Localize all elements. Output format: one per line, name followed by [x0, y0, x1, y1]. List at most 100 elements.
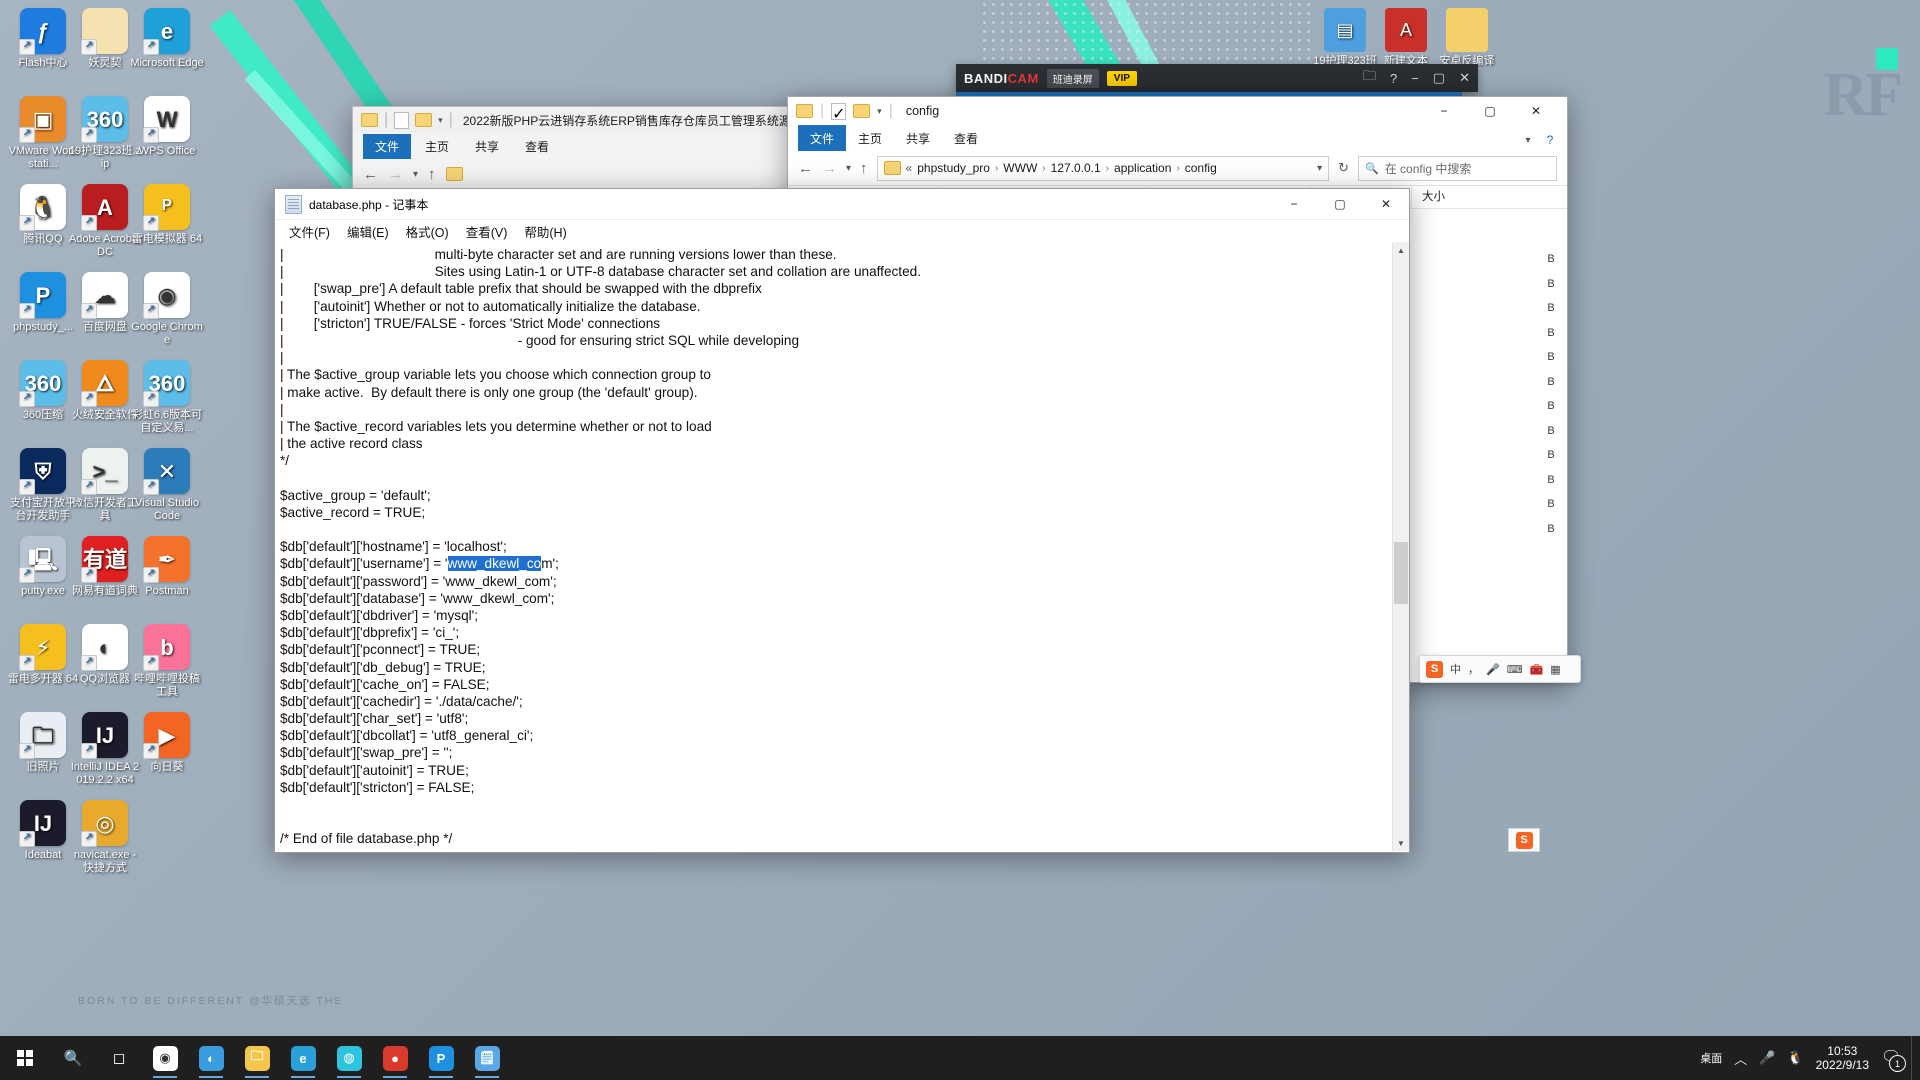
close-icon[interactable]: ✕: [1459, 70, 1470, 86]
ribbon-tab-file[interactable]: 文件: [363, 134, 412, 159]
refresh-icon[interactable]: ↻: [1338, 160, 1349, 176]
breadcrumb-item[interactable]: 127.0.0.1: [1051, 161, 1101, 175]
new-folder-icon[interactable]: [853, 104, 871, 118]
ribbon-tabs[interactable]: 文件 主页 共享 查看 ▾ ?: [788, 125, 1567, 151]
bandicam-toolbar[interactable]: BANDICAM 班迪录屏 VIP 🗀 ? − ▢ ✕: [956, 64, 1478, 92]
recent-chevron-icon[interactable]: ▾: [846, 163, 851, 174]
breadcrumb-item[interactable]: config: [1185, 161, 1217, 175]
breadcrumb-item[interactable]: application: [1114, 161, 1171, 175]
help-icon[interactable]: ?: [1539, 125, 1561, 155]
microphone-icon[interactable]: 🎤: [1759, 1050, 1775, 1066]
qq-tray-icon[interactable]: 🐧: [1787, 1050, 1803, 1066]
minimize-icon[interactable]: −: [1411, 71, 1419, 86]
maximize-icon[interactable]: ▢: [1433, 70, 1445, 86]
show-desktop-button[interactable]: [1911, 1036, 1920, 1080]
menu-help[interactable]: 帮助(H): [524, 222, 566, 241]
back-arrow-icon[interactable]: ←: [363, 166, 378, 183]
desktop-icon-ldplayer-icon[interactable]: ᴾ ↗ 雷电模拟器 64: [130, 184, 204, 246]
chevron-down-icon[interactable]: ▾: [1317, 163, 1322, 174]
ribbon-help-group[interactable]: ▾ ?: [1517, 125, 1561, 151]
ribbon-tab-share[interactable]: 共享: [463, 134, 511, 159]
desktop-icon-chrome-icon[interactable]: ◉ ↗ Google Chrome: [130, 272, 204, 347]
desktop-icon-wps-office-icon[interactable]: W ↗ WPS Office: [130, 96, 204, 158]
menu-format[interactable]: 格式(O): [406, 222, 449, 241]
system-tray[interactable]: 桌面 ︿ 🎤 🐧 10:53 2022/9/13 🗨 1: [1700, 1036, 1911, 1080]
quick-access-toolbar[interactable]: | ✓ ▾ | config − ▢ ✕: [788, 97, 1567, 125]
breadcrumb-item[interactable]: phpstudy_pro: [917, 161, 990, 175]
ribbon-tab-view[interactable]: 查看: [513, 134, 561, 159]
minimize-icon[interactable]: −: [1421, 96, 1467, 126]
breadcrumb-overflow-icon[interactable]: «: [906, 161, 913, 175]
notepad-text-area[interactable]: | multi-byte character set and are runni…: [276, 242, 1393, 851]
forward-arrow-icon[interactable]: →: [822, 160, 837, 177]
ime-toolbar[interactable]: S 中 ， 🎤 ⌨ 🧰 ▦: [1419, 655, 1581, 683]
show-desktop-label[interactable]: 桌面: [1700, 1050, 1722, 1066]
search-icon[interactable]: 🔍: [50, 1036, 96, 1080]
notepad-scrollbar[interactable]: ▲ ▼: [1392, 242, 1409, 851]
taskbar-item-bandicam[interactable]: ●: [372, 1036, 418, 1080]
minimize-icon[interactable]: −: [1271, 189, 1317, 219]
ime-mode-label[interactable]: 中: [1450, 661, 1461, 677]
desktop-icon-folder-icon[interactable]: 安卓反编译: [1427, 8, 1507, 68]
properties-icon[interactable]: ✓: [831, 102, 847, 123]
sogou-logo-icon[interactable]: S: [1426, 660, 1443, 678]
desktop-icon-sunflower-remote-icon[interactable]: ▶ ↗ 向日葵: [130, 712, 204, 774]
taskbar-app-buttons[interactable]: ◉ ◐ 🗀 e ◍ ● P 🗒: [142, 1036, 510, 1080]
help-icon[interactable]: ?: [1390, 71, 1397, 86]
desktop-icon-edge-icon[interactable]: e ↗ Microsoft Edge: [130, 8, 204, 70]
show-hidden-icons[interactable]: ︿: [1734, 1049, 1747, 1068]
desktop-icon-postman-icon[interactable]: ✒ ↗ Postman: [130, 536, 204, 598]
breadcrumb-item[interactable]: WWW: [1003, 161, 1037, 175]
menu-edit[interactable]: 编辑(E): [347, 222, 389, 241]
up-arrow-icon[interactable]: ↑: [860, 160, 868, 177]
clock[interactable]: 10:53 2022/9/13: [1816, 1044, 1869, 1072]
bandicam-window-controls[interactable]: 🗀 ? − ▢ ✕: [1363, 67, 1470, 89]
folder-icon[interactable]: [361, 113, 378, 127]
chevron-down-icon[interactable]: ▾: [877, 106, 882, 117]
ribbon-tab-file[interactable]: 文件: [798, 125, 847, 151]
desktop-icon-navicat-icon[interactable]: ◎ ↗ navicat.exe - 快捷方式: [68, 800, 142, 875]
window-controls[interactable]: − ▢ ✕: [1421, 96, 1559, 126]
column-header-size[interactable]: 大小: [1411, 186, 1502, 208]
desktop-icon-bilibili-upload-icon[interactable]: b ↗ 哔哩哔哩投稿工具: [130, 624, 204, 699]
chevron-down-icon[interactable]: ▾: [438, 115, 443, 126]
back-arrow-icon[interactable]: ←: [798, 160, 813, 177]
close-icon[interactable]: ✕: [1363, 189, 1409, 219]
menu-view[interactable]: 查看(V): [466, 222, 508, 241]
ribbon-tab-home[interactable]: 主页: [846, 125, 894, 151]
navigation-bar[interactable]: ← → ▾ ↑ « phpstudy_pro › WWW › 127.0.0.1…: [788, 151, 1567, 186]
keyboard-icon[interactable]: ⌨: [1507, 663, 1523, 676]
ime-punctuation-icon[interactable]: ，: [1468, 661, 1479, 677]
taskbar-item-qq-browser[interactable]: ◐: [188, 1036, 234, 1080]
ribbon-tab-share[interactable]: 共享: [894, 125, 942, 151]
taskbar-item-edge[interactable]: e: [280, 1036, 326, 1080]
taskbar-item-chrome[interactable]: ◉: [142, 1036, 188, 1080]
desktop-icon-vscode-icon[interactable]: ✕ ↗ Visual Studio Code: [130, 448, 204, 523]
task-view-icon[interactable]: ◻: [96, 1036, 142, 1080]
window-controls[interactable]: − ▢ ✕: [1271, 189, 1409, 219]
maximize-icon[interactable]: ▢: [1467, 96, 1513, 126]
microphone-icon[interactable]: 🎤: [1486, 663, 1500, 676]
folder-icon[interactable]: [796, 104, 813, 118]
ribbon-collapse-icon[interactable]: ▾: [1517, 125, 1539, 155]
notepad-window[interactable]: database.php - 记事本 − ▢ ✕ 文件(F) 编辑(E) 格式(…: [274, 188, 1410, 853]
recent-chevron-icon[interactable]: ▾: [413, 169, 418, 180]
folder-icon[interactable]: 🗀: [1363, 67, 1376, 89]
search-input[interactable]: 🔍 在 config 中搜索: [1358, 155, 1557, 181]
notepad-titlebar[interactable]: database.php - 记事本 − ▢ ✕: [275, 189, 1409, 220]
taskbar[interactable]: 🔍 ◻ ◉ ◐ 🗀 e ◍ ● P 🗒 桌面 ︿ 🎤 🐧 10:53 2022/9/13 🗨 …: [0, 1036, 1920, 1080]
taskbar-item-phpstudy[interactable]: P: [418, 1036, 464, 1080]
menu-file[interactable]: 文件(F): [289, 222, 330, 241]
forward-arrow-icon[interactable]: →: [388, 166, 403, 183]
scroll-up-icon[interactable]: ▲: [1393, 242, 1409, 258]
ribbon-tab-home[interactable]: 主页: [413, 134, 461, 159]
menu-icon[interactable]: ▦: [1550, 663, 1560, 676]
notepad-selected-text[interactable]: www_dkewl_co: [447, 556, 542, 572]
address-bar[interactable]: « phpstudy_pro › WWW › 127.0.0.1 › appli…: [876, 155, 1330, 181]
notepad-menubar[interactable]: 文件(F) 编辑(E) 格式(O) 查看(V) 帮助(H): [275, 220, 1409, 242]
sogou-logo-icon[interactable]: S: [1515, 831, 1533, 849]
desktop-icon-zip-archive-icon[interactable]: 360 ↗ 彩虹6.6版本可自定义易...: [130, 360, 204, 435]
up-arrow-icon[interactable]: ↑: [428, 166, 436, 183]
bandicam-vip-badge[interactable]: VIP: [1106, 70, 1137, 86]
ribbon-tab-view[interactable]: 查看: [942, 125, 990, 151]
